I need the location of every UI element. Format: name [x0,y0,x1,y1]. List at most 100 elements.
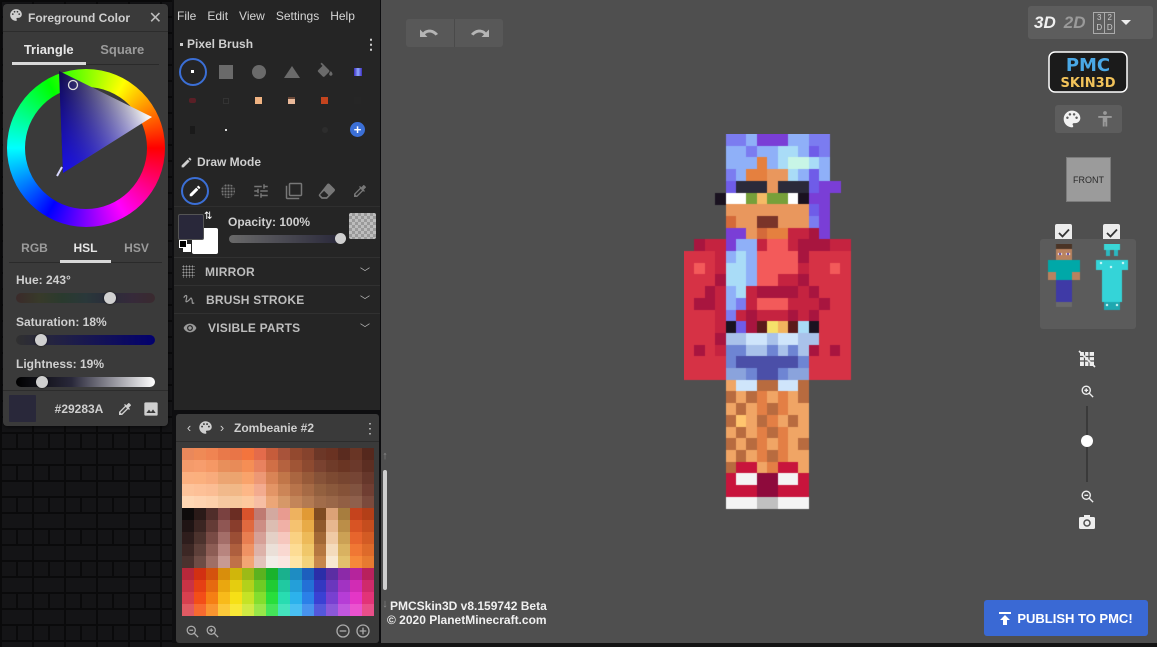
palette-swatch[interactable] [350,508,362,520]
palette-swatch[interactable] [350,604,362,616]
palette-swatch[interactable] [362,532,374,544]
palette-swatch[interactable] [350,556,362,568]
palette-swatch[interactable] [290,580,302,592]
palette-swatch[interactable] [338,448,350,460]
palette-swatch[interactable] [206,448,218,460]
zoom-slider-knob[interactable] [1081,435,1093,447]
palette-swatch[interactable] [266,484,278,496]
palette-swatch[interactable] [254,580,266,592]
swap-colors-icon[interactable]: ⇅ [204,211,212,222]
palette-swatch[interactable] [302,448,314,460]
tab-hsv[interactable]: HSV [111,241,162,262]
palette-swatch[interactable] [194,508,206,520]
palette-swatch[interactable] [290,520,302,532]
palette-swatch[interactable] [230,448,242,460]
palette-swatch[interactable] [218,460,230,472]
palette-swatch[interactable] [350,532,362,544]
palette-swatch[interactable] [266,544,278,556]
palette-swatch[interactable] [278,472,290,484]
palette-swatch[interactable] [182,448,194,460]
palette-swatch[interactable] [242,532,254,544]
palette-swatch[interactable] [326,604,338,616]
palette-swatch[interactable] [182,532,194,544]
palette-swatch[interactable] [338,508,350,520]
stamp-preset[interactable] [308,86,341,115]
palette-swatch[interactable] [314,520,326,532]
palette-swatch[interactable] [218,484,230,496]
palette-swatch[interactable] [206,484,218,496]
stamp-preset[interactable] [308,115,341,144]
palette-swatch[interactable] [290,544,302,556]
palette-swatch[interactable] [242,580,254,592]
palette-swatch[interactable] [242,496,254,508]
palette-swatch[interactable] [362,484,374,496]
palette-swatch[interactable] [182,472,194,484]
palette-swatch[interactable] [362,508,374,520]
palette-swatch[interactable] [218,532,230,544]
palette-swatch[interactable] [290,484,302,496]
palette-swatch[interactable] [242,568,254,580]
palette-swatch[interactable] [218,520,230,532]
palette-swatch[interactable] [230,484,242,496]
palette-swatch[interactable] [302,556,314,568]
palette-swatch[interactable] [278,544,290,556]
menu-view[interactable]: View [239,9,265,23]
palette-swatch[interactable] [230,532,242,544]
palette-swatch[interactable] [278,460,290,472]
palette-swatch[interactable] [302,568,314,580]
stamp-preset[interactable] [176,115,209,144]
palette-swatch[interactable] [194,484,206,496]
palette-swatch[interactable] [266,472,278,484]
palette-swatch[interactable] [362,460,374,472]
tab-hsl[interactable]: HSL [60,241,111,263]
palette-swatch[interactable] [206,580,218,592]
palette-swatch[interactable] [362,592,374,604]
palette-swatch[interactable] [230,580,242,592]
palette-swatch[interactable] [314,448,326,460]
palette-swatch[interactable] [230,556,242,568]
palette-swatch[interactable] [302,508,314,520]
palette-swatch[interactable] [350,484,362,496]
palette-swatch[interactable] [362,496,374,508]
palette-swatch[interactable] [266,556,278,568]
palette-swatch[interactable] [302,592,314,604]
palette-swatch[interactable] [278,508,290,520]
palette-swatch[interactable] [266,532,278,544]
palette-swatch[interactable] [242,544,254,556]
palette-swatch[interactable] [326,448,338,460]
palette-swatch[interactable] [326,460,338,472]
close-icon[interactable]: ✕ [149,8,162,28]
palette-swatch[interactable] [362,448,374,460]
palette-swatch[interactable] [290,568,302,580]
palette-swatch[interactable] [242,604,254,616]
palette-swatch[interactable] [314,472,326,484]
palette-swatch[interactable] [350,592,362,604]
palette-swatch[interactable] [314,508,326,520]
palette-swatch[interactable] [350,520,362,532]
palette-swatch[interactable] [218,604,230,616]
palette-swatch[interactable] [278,532,290,544]
palette-swatch[interactable] [290,460,302,472]
palette-swatch[interactable] [290,448,302,460]
palette-swatch[interactable] [206,508,218,520]
palette-swatch[interactable] [206,592,218,604]
palette-swatch[interactable] [350,496,362,508]
palette-swatch[interactable] [242,484,254,496]
saturation-slider[interactable] [16,334,155,346]
primary-color-swatch[interactable] [178,214,204,240]
tool-layers[interactable] [277,176,310,206]
accordion-mirror[interactable]: MIRROR ﹀ [174,257,380,285]
palette-swatch[interactable] [218,592,230,604]
palette-swatch[interactable] [206,604,218,616]
palette-swatch[interactable] [362,472,374,484]
menu-file[interactable]: File [177,9,196,23]
zoom-in-button[interactable] [1078,382,1096,400]
palette-swatch[interactable] [266,448,278,460]
palette-swatch[interactable] [254,460,266,472]
palette-swatch[interactable] [338,568,350,580]
palette-swatch[interactable] [254,520,266,532]
pose-mode-button[interactable] [1089,105,1123,133]
palette-swatch[interactable] [230,508,242,520]
palette-swatch[interactable] [242,520,254,532]
palette-swatch[interactable] [194,604,206,616]
